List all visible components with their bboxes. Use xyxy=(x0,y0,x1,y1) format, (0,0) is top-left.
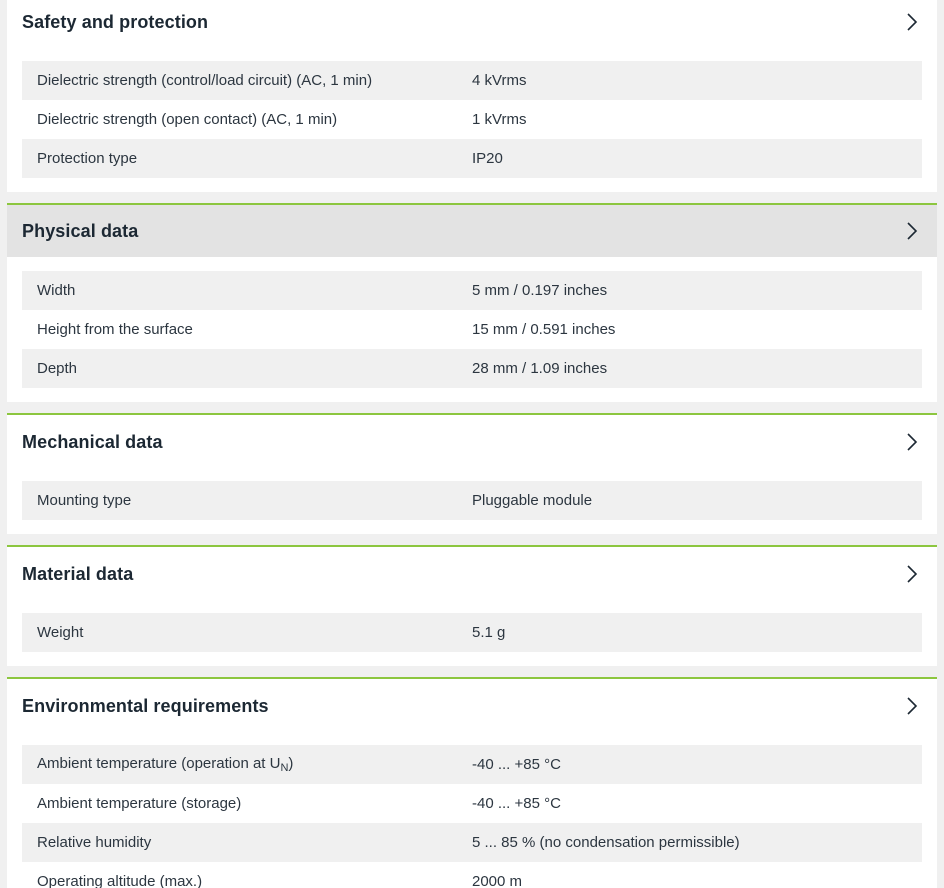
spec-label: Mounting type xyxy=(37,492,132,509)
spec-label-suffix: ) xyxy=(288,755,294,772)
spec-row: Dielectric strength (open contact) (AC, … xyxy=(22,100,922,139)
spec-value: -40 ... +85 °C xyxy=(472,795,561,812)
spec-value: 5.1 g xyxy=(472,624,506,641)
section-header-environmental-requirements[interactable]: Environmental requirements xyxy=(7,679,937,733)
spec-label: Dielectric strength (control/load circui… xyxy=(37,72,373,89)
spec-value: IP20 xyxy=(472,150,503,167)
spec-table: Mounting type Pluggable module xyxy=(22,481,922,520)
section-environmental-requirements: Environmental requirements Ambient tempe… xyxy=(7,677,937,888)
spec-label: Ambient temperature (storage) xyxy=(37,795,242,812)
section-material-data: Material data Weight 5.1 g xyxy=(7,545,937,666)
chevron-right-icon xyxy=(907,13,918,31)
chevron-right-icon xyxy=(907,433,918,451)
section-header-material-data[interactable]: Material data xyxy=(7,547,937,601)
spec-row: Relative humidity 5 ... 85 % (no condens… xyxy=(22,823,922,862)
spec-label: Dielectric strength (open contact) (AC, … xyxy=(37,111,338,128)
spec-value: -40 ... +85 °C xyxy=(472,756,561,773)
spec-table: Dielectric strength (control/load circui… xyxy=(22,61,922,178)
spec-value: 15 mm / 0.591 inches xyxy=(472,321,616,338)
spec-row: Mounting type Pluggable module xyxy=(22,481,922,520)
spec-row: Ambient temperature (storage) -40 ... +8… xyxy=(22,784,922,823)
spec-table: Ambient temperature (operation at UN) -4… xyxy=(22,745,922,888)
section-title: Environmental requirements xyxy=(22,695,269,716)
spec-value: 5 mm / 0.197 inches xyxy=(472,282,608,299)
chevron-right-icon xyxy=(907,697,918,715)
spec-value: 4 kVrms xyxy=(472,72,527,89)
spec-value: 1 kVrms xyxy=(472,111,527,128)
spec-label: Depth xyxy=(37,360,78,377)
section-safety-and-protection: Safety and protection Dielectric strengt… xyxy=(7,0,937,192)
section-header-mechanical-data[interactable]: Mechanical data xyxy=(7,415,937,469)
spec-value: 2000 m xyxy=(472,873,523,888)
spec-row: Height from the surface 15 mm / 0.591 in… xyxy=(22,310,922,349)
spec-label: Ambient temperature (operation at UN) xyxy=(22,755,472,774)
spec-label: Operating altitude (max.) xyxy=(37,873,203,888)
spec-row: Ambient temperature (operation at UN) -4… xyxy=(22,745,922,784)
section-title: Physical data xyxy=(22,220,139,241)
spec-row: Weight 5.1 g xyxy=(22,613,922,652)
spec-label: Relative humidity xyxy=(37,834,152,851)
section-title: Safety and protection xyxy=(22,11,209,32)
section-title: Material data xyxy=(22,563,134,584)
section-header-safety-and-protection[interactable]: Safety and protection xyxy=(7,0,937,44)
spec-row: Operating altitude (max.) 2000 m xyxy=(22,862,922,888)
section-physical-data: Physical data Width 5 mm / 0.197 inches … xyxy=(7,203,937,402)
spec-table: Width 5 mm / 0.197 inches Height from th… xyxy=(22,271,922,388)
section-mechanical-data: Mechanical data Mounting type Pluggable … xyxy=(7,413,937,534)
spec-row: Width 5 mm / 0.197 inches xyxy=(22,271,922,310)
chevron-right-icon xyxy=(907,222,918,240)
spec-row: Dielectric strength (control/load circui… xyxy=(22,61,922,100)
spec-label: Width xyxy=(37,282,76,299)
product-spec-page: Safety and protection Dielectric strengt… xyxy=(0,0,944,888)
section-title: Mechanical data xyxy=(22,431,163,452)
spec-label: Protection type xyxy=(37,150,138,167)
spec-value: Pluggable module xyxy=(472,492,593,509)
chevron-right-icon xyxy=(907,565,918,583)
section-header-physical-data[interactable]: Physical data xyxy=(7,205,937,257)
spec-label: Height from the surface xyxy=(37,321,193,338)
spec-row: Protection type IP20 xyxy=(22,139,922,178)
spec-label-text: Ambient temperature (operation at U xyxy=(37,755,281,772)
spec-row: Depth 28 mm / 1.09 inches xyxy=(22,349,922,388)
spec-label: Weight xyxy=(37,624,84,641)
spec-value: 5 ... 85 % (no condensation permissible) xyxy=(472,834,740,851)
spec-value: 28 mm / 1.09 inches xyxy=(472,360,608,377)
spec-table: Weight 5.1 g xyxy=(22,613,922,652)
